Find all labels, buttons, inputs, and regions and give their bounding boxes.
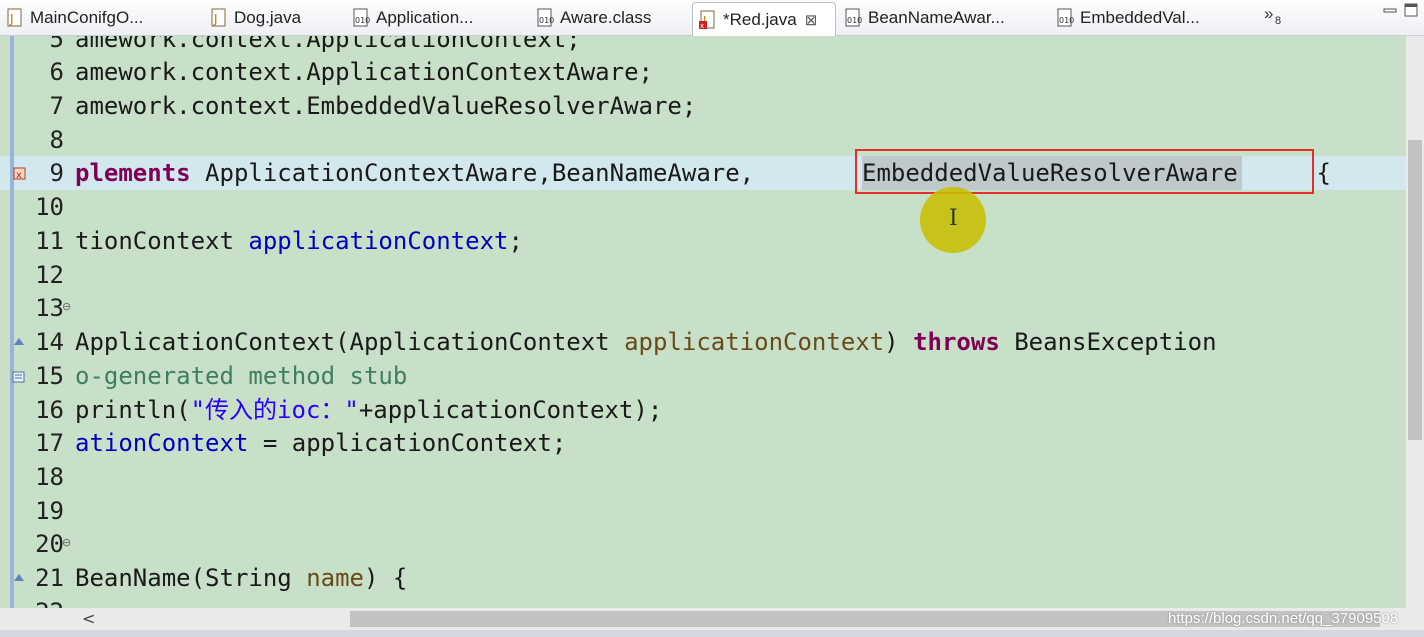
line-number: 10 xyxy=(35,193,64,221)
class-file-icon: 010 xyxy=(536,8,554,28)
class-file-icon: 010 xyxy=(352,8,370,28)
class-file-icon: 010 xyxy=(844,8,862,28)
svg-text:010: 010 xyxy=(539,16,554,25)
string-token: "传入的ioc：" xyxy=(190,396,359,424)
bottom-border xyxy=(0,630,1424,637)
tab-embeddedvalue-class[interactable]: 010 EmbeddedVal... xyxy=(1056,2,1200,34)
code-line-11: tionContext applicationContext; xyxy=(75,224,523,258)
code-token: ApplicationContextAware,BeanNameAware, xyxy=(190,159,755,187)
class-file-icon: 010 xyxy=(1056,8,1074,28)
code-token: ) { xyxy=(363,564,408,592)
java-error-file-icon: Jx xyxy=(699,10,717,30)
overview-ruler-strip xyxy=(10,36,14,608)
minimize-icon[interactable] xyxy=(1383,5,1397,17)
svg-text:010: 010 xyxy=(847,16,862,25)
editor-tab-bar: J MainConifgO... J Dog.java 010 Applicat… xyxy=(0,0,1424,36)
svg-text:010: 010 xyxy=(355,16,370,25)
code-line-14: ApplicationContext(ApplicationContext ap… xyxy=(75,325,1217,359)
line-number: 14 xyxy=(35,328,64,356)
code-token: BeansException xyxy=(999,328,1217,356)
code-token: = applicationContext; xyxy=(248,429,567,457)
tab-label: *Red.java xyxy=(723,9,797,29)
line-number: 5 xyxy=(49,36,64,53)
code-line-6: amework.context.ApplicationContextAware; xyxy=(75,58,653,86)
code-line-21: BeanName(String name) { xyxy=(75,561,407,595)
keyword-token: plements xyxy=(75,159,191,187)
code-token: ; xyxy=(508,227,523,255)
tab-label: BeanNameAwar... xyxy=(868,8,1005,27)
fold-collapse-icon[interactable]: ⊖ xyxy=(62,300,71,313)
field-token: ationContext xyxy=(75,429,249,457)
tab-label: MainConifgO... xyxy=(30,8,144,27)
code-line-5: amework.context.ApplicationContext; xyxy=(75,36,581,53)
maximize-icon[interactable] xyxy=(1404,3,1418,17)
line-number: 7 xyxy=(49,92,64,120)
line-number: 22 xyxy=(24,595,64,608)
code-line-7: amework.context.EmbeddedValueResolverAwa… xyxy=(75,92,697,120)
code-editor[interactable]: x 5 6 7 8 9 10 11 12 13 14 15 16 17 18 1… xyxy=(0,36,1406,608)
code-token: ) xyxy=(884,328,914,356)
tab-overflow-chevron-icon[interactable]: » xyxy=(1264,4,1273,24)
line-number: 18 xyxy=(35,463,64,491)
svg-text:J: J xyxy=(9,12,14,26)
code-token: +applicationContext); xyxy=(358,396,663,424)
code-line-15: o-generated method stub xyxy=(75,362,408,390)
code-line-16: println("传入的ioc："+applicationContext); xyxy=(75,393,662,427)
tab-label: EmbeddedVal... xyxy=(1080,8,1200,27)
svg-text:010: 010 xyxy=(1059,16,1074,25)
param-token: applicationContext xyxy=(624,328,885,356)
scroll-left-arrow-icon[interactable]: < xyxy=(82,609,95,628)
code-line-17: ationContext = applicationContext; xyxy=(75,426,566,460)
code-token: ApplicationContext(ApplicationContext xyxy=(75,328,625,356)
java-file-icon: J xyxy=(6,8,24,28)
line-number: 13 xyxy=(35,294,64,322)
line-number: 15 xyxy=(35,362,64,390)
red-annotation-box xyxy=(855,149,1314,194)
svg-text:x: x xyxy=(16,170,22,181)
close-icon[interactable]: ⊠ xyxy=(805,11,818,29)
line-number: 17 xyxy=(35,429,64,457)
code-token: BeanName(String xyxy=(75,564,307,592)
text-cursor-icon: I xyxy=(949,206,958,231)
line-number: 19 xyxy=(35,497,64,525)
tab-label: Dog.java xyxy=(234,8,302,27)
tab-label: Aware.class xyxy=(560,8,652,27)
tab-dog-java[interactable]: J Dog.java xyxy=(210,2,301,34)
keyword-token: throws xyxy=(913,328,1000,356)
tab-red-java[interactable]: Jx *Red.java ⊠ xyxy=(692,2,836,36)
code-token: tionContext xyxy=(75,227,249,255)
tab-overflow-count[interactable]: 8 xyxy=(1275,15,1281,27)
line-number: 11 xyxy=(35,227,64,255)
svg-text:x: x xyxy=(700,22,704,30)
line-number: 8 xyxy=(49,126,64,154)
line-number: 12 xyxy=(35,261,64,289)
vertical-scroll-thumb[interactable] xyxy=(1408,140,1422,440)
line-number: 16 xyxy=(35,396,64,424)
line-number: 9 xyxy=(49,159,64,187)
code-line-9: plements ApplicationContextAware,BeanNam… xyxy=(75,156,754,190)
eclipse-editor-window: J MainConifgO... J Dog.java 010 Applicat… xyxy=(0,0,1424,637)
svg-text:J: J xyxy=(213,12,218,26)
tab-label: Application... xyxy=(376,8,474,27)
code-token: println( xyxy=(75,396,191,424)
java-file-icon: J xyxy=(210,8,228,28)
tab-beannameaware-class[interactable]: 010 BeanNameAwar... xyxy=(844,2,1005,34)
param-token: name xyxy=(306,564,364,592)
tab-aware-class[interactable]: 010 Aware.class xyxy=(536,2,651,34)
line-number: 6 xyxy=(49,58,64,86)
line-number: 21 xyxy=(35,564,64,592)
tab-mainconfig[interactable]: J MainConifgO... xyxy=(6,2,143,34)
tab-application-class[interactable]: 010 Application... xyxy=(352,2,473,34)
vertical-scrollbar[interactable] xyxy=(1406,36,1424,608)
fold-collapse-icon[interactable]: ⊖ xyxy=(62,536,71,549)
line-number: 20 xyxy=(35,530,64,558)
field-token: applicationContext xyxy=(248,227,509,255)
watermark: https://blog.csdn.net/qq_37909508 xyxy=(1168,610,1399,627)
